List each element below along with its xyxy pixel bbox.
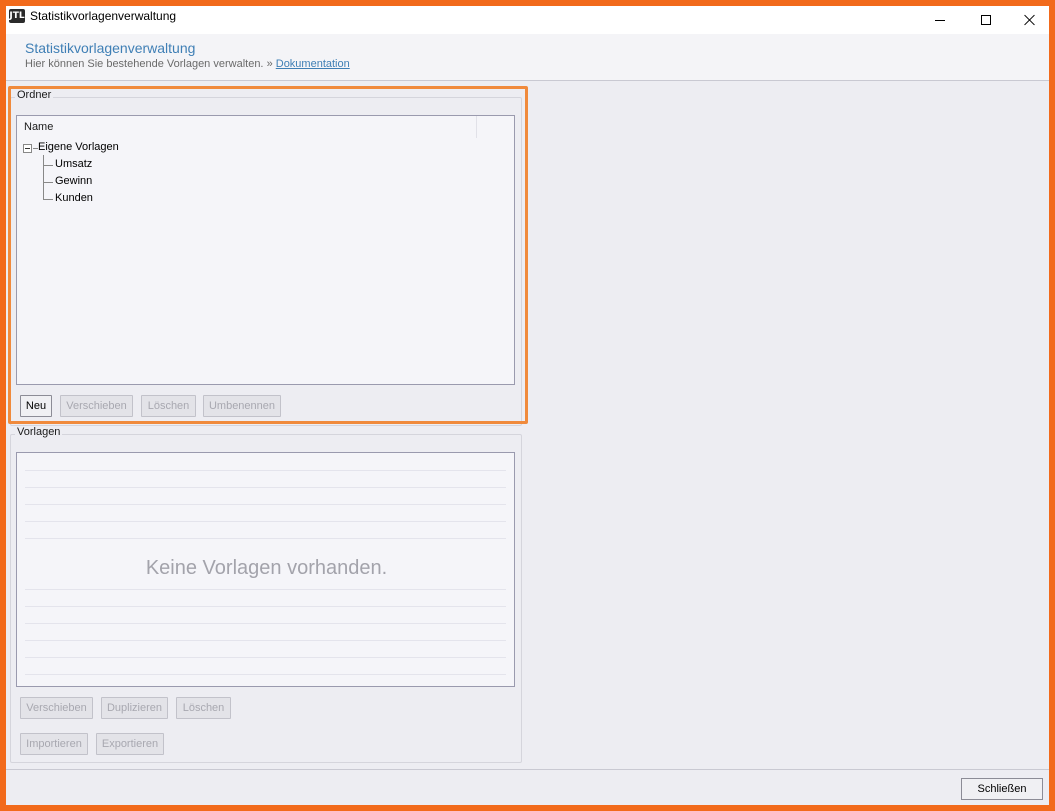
documentation-link[interactable]: Dokumentation	[276, 58, 350, 70]
link-prefix: »	[266, 58, 273, 70]
duplicate-template-button[interactable]: Duplizieren	[101, 697, 168, 719]
templates-list[interactable]: Keine Vorlagen vorhanden.	[16, 452, 515, 687]
list-row-line	[25, 606, 506, 607]
footer-bar: Schließen	[6, 769, 1049, 805]
close-icon	[1024, 14, 1036, 26]
subtitle-text: Hier können Sie bestehende Vorlagen verw…	[25, 58, 264, 70]
minimize-icon	[935, 20, 945, 21]
window-title: Statistikvorlagenverwaltung	[30, 9, 177, 23]
minimize-button[interactable]	[917, 6, 963, 34]
page-subtitle: Hier können Sie bestehende Vorlagen verw…	[25, 58, 350, 70]
list-row-line	[25, 504, 506, 505]
close-window-button[interactable]	[1007, 6, 1053, 34]
content-area: Ordner Name Eigene Vorlagen Umsatz Gewin…	[6, 82, 1049, 769]
list-row-line	[25, 589, 506, 590]
list-row-line	[25, 640, 506, 641]
delete-template-button[interactable]: Löschen	[176, 697, 231, 719]
maximize-button[interactable]	[963, 6, 1009, 34]
page-title: Statistikvorlagenverwaltung	[25, 40, 196, 56]
folder-highlight-frame	[8, 86, 528, 424]
list-row-line	[25, 674, 506, 675]
move-template-button[interactable]: Verschieben	[20, 697, 93, 719]
jtl-app-icon: JTL	[9, 9, 25, 23]
main-window: JTL Statistikvorlagenverwaltung Statisti…	[6, 6, 1049, 805]
maximize-icon	[981, 15, 991, 25]
empty-templates-message: Keine Vorlagen vorhanden.	[145, 557, 388, 579]
list-row-line	[25, 538, 506, 539]
import-template-button[interactable]: Importieren	[20, 733, 88, 755]
list-row-line	[25, 657, 506, 658]
title-bar[interactable]: JTL Statistikvorlagenverwaltung	[6, 6, 1049, 34]
list-row-line	[25, 470, 506, 471]
page-header: Statistikvorlagenverwaltung Hier können …	[6, 34, 1049, 81]
close-button[interactable]: Schließen	[961, 778, 1043, 800]
templates-group-label: Vorlagen	[15, 426, 63, 438]
list-row-line	[25, 623, 506, 624]
list-row-line	[25, 521, 506, 522]
export-template-button[interactable]: Exportieren	[96, 733, 164, 755]
list-row-line	[25, 487, 506, 488]
